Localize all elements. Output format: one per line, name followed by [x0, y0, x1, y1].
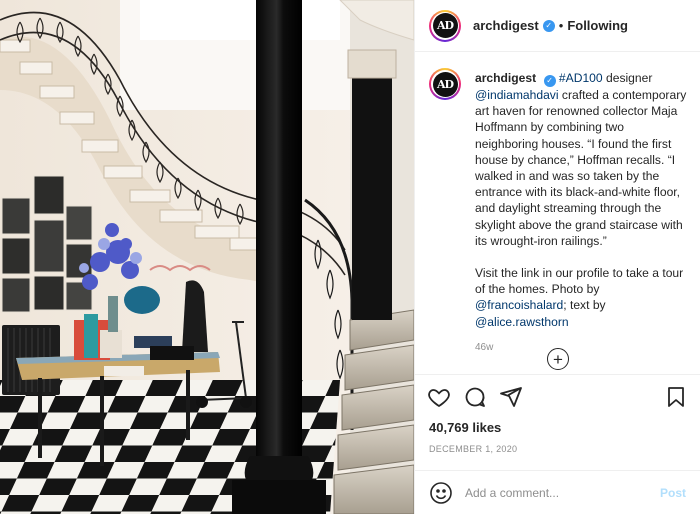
profile-avatar[interactable]: AD	[429, 9, 461, 42]
emoji-smiley-icon[interactable]	[429, 481, 453, 505]
post-side-panel: AD archdigest ✓ • Following AD archdiges…	[414, 0, 700, 514]
action-bar	[415, 374, 700, 418]
post-image-illustration	[0, 0, 414, 514]
mention-designer-link[interactable]: @indiamahdavi	[475, 88, 559, 102]
mention-photographer-link[interactable]: @francoishalard	[475, 298, 563, 312]
post-date: DECEMBER 1, 2020	[429, 444, 518, 454]
caption-text-part-1: designer	[602, 71, 653, 85]
post-comment-button[interactable]: Post	[660, 486, 686, 500]
separator-dot: •	[558, 18, 564, 33]
following-button[interactable]: Following	[567, 18, 628, 33]
hashtag-link[interactable]: #AD100	[559, 71, 603, 85]
like-heart-icon[interactable]	[427, 385, 451, 409]
plus-circle-icon[interactable]: +	[547, 348, 569, 370]
caption-time-ago[interactable]: 46w	[475, 340, 688, 356]
caption-username[interactable]: archdigest	[475, 71, 536, 85]
caption-avatar-logo: AD	[432, 71, 458, 97]
caption-verified-badge-icon: ✓	[543, 75, 556, 87]
avatar-logo: AD	[432, 13, 458, 38]
caption: AD archdigest ✓ #AD100 designer @indiama…	[429, 68, 688, 356]
comment-bar: Post	[415, 470, 700, 514]
caption-text: archdigest ✓ #AD100 designer @indiamahda…	[475, 70, 688, 356]
caption-text-part-4: ; text by	[563, 298, 606, 313]
comment-bubble-icon[interactable]	[463, 385, 487, 409]
post-image[interactable]	[0, 0, 414, 514]
caption-avatar[interactable]: AD	[429, 68, 461, 100]
post-header: AD archdigest ✓ • Following	[415, 0, 700, 52]
comment-input[interactable]	[465, 485, 660, 500]
mention-writer-link[interactable]: @alice.rawsthorn	[475, 315, 569, 329]
save-bookmark-icon[interactable]	[664, 385, 688, 409]
header-username[interactable]: archdigest	[473, 18, 539, 33]
likes-count[interactable]: 40,769 likes	[429, 420, 501, 435]
verified-badge-icon: ✓	[542, 19, 555, 32]
share-paper-plane-icon[interactable]	[499, 385, 523, 409]
caption-text-part-3: Visit the link in our profile to take a …	[475, 266, 684, 297]
caption-text-part-2: crafted a contemporary art haven for ren…	[475, 88, 687, 248]
